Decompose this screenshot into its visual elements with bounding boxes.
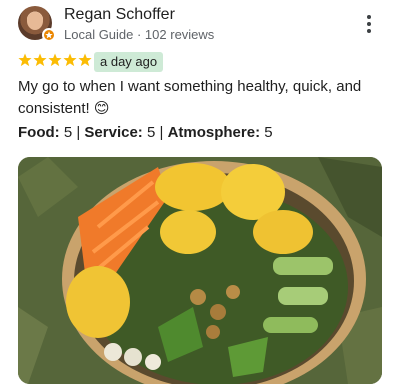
- star-rating: [18, 53, 92, 67]
- star-icon: [48, 53, 62, 67]
- more-vert-icon: [367, 22, 371, 26]
- review-header: Regan Schoffer Local Guide · 102 reviews: [18, 6, 382, 44]
- more-options-button[interactable]: [360, 12, 378, 36]
- review-text: My go to when I want something healthy, …: [18, 78, 362, 117]
- review-photo[interactable]: [18, 157, 382, 384]
- service-label: Service:: [84, 124, 143, 141]
- reviewer-subtitle: Local Guide · 102 reviews: [64, 27, 215, 42]
- category-scores: Food: 5 | Service: 5 | Atmosphere: 5: [18, 124, 273, 141]
- review-time-badge: a day ago: [94, 52, 164, 72]
- rating-row: a day ago: [18, 52, 318, 72]
- avatar-face: [27, 12, 43, 30]
- food-bowl-photo-icon: [18, 157, 382, 384]
- service-value: 5: [146, 124, 156, 141]
- star-icon: [63, 53, 77, 67]
- reviewer-name[interactable]: Regan Schoffer: [64, 6, 175, 24]
- score-separator: |: [76, 124, 81, 141]
- atmosphere-label: Atmosphere:: [167, 124, 261, 141]
- atmosphere-value: 5: [264, 124, 273, 141]
- food-value: 5: [63, 124, 73, 141]
- score-separator: |: [159, 124, 164, 141]
- star-icon: [33, 53, 47, 67]
- food-label: Food:: [18, 124, 60, 141]
- star-icon: [78, 53, 92, 67]
- star-icon: [18, 53, 32, 67]
- local-guide-badge-icon: [42, 28, 56, 42]
- badge-star-icon: [45, 31, 53, 39]
- more-vert-icon: [367, 29, 371, 33]
- more-vert-icon: [367, 15, 371, 19]
